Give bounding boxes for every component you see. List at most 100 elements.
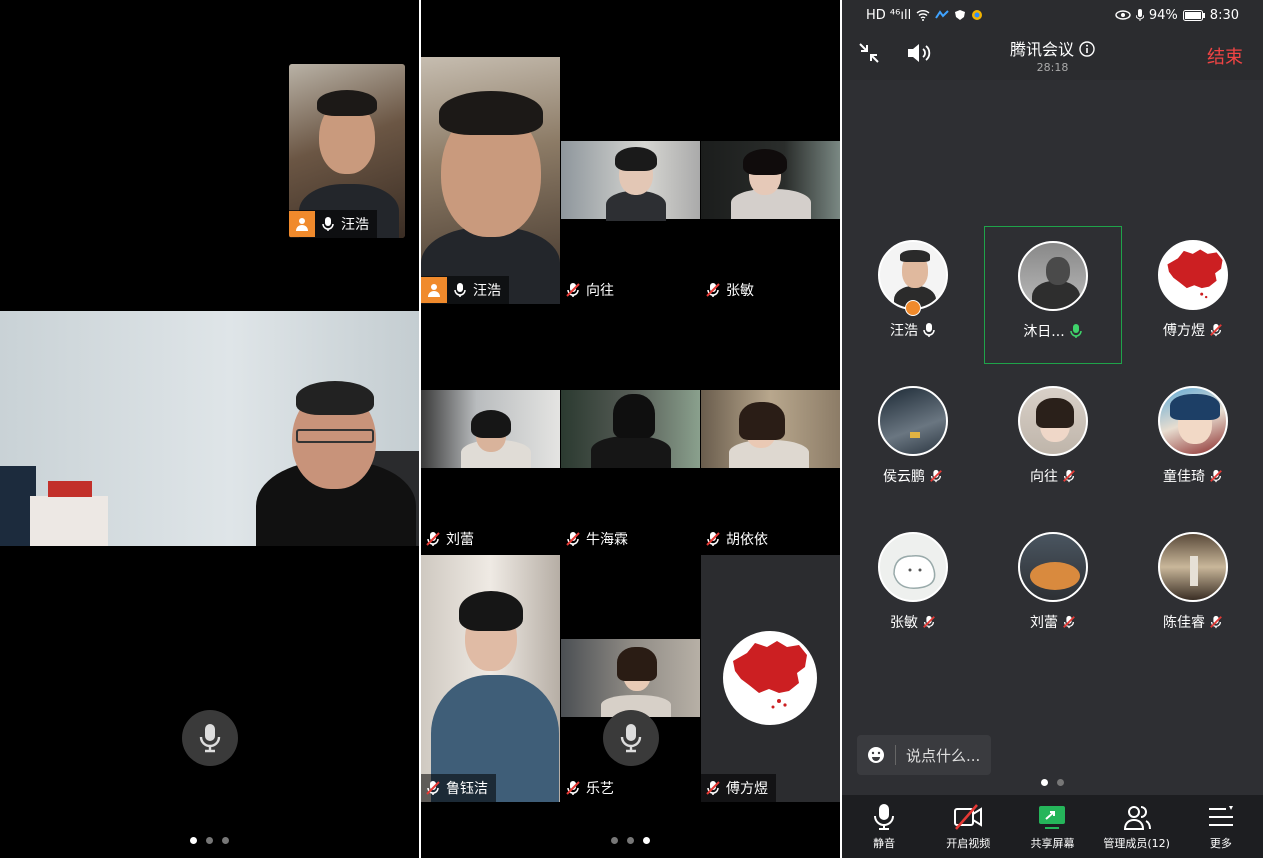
manage-members-button[interactable]: 管理成员(12) bbox=[1097, 795, 1177, 858]
host-badge-icon bbox=[289, 211, 315, 237]
member-name: 刘蕾 bbox=[1030, 615, 1058, 631]
host-name-tag: 汪浩 bbox=[289, 210, 377, 238]
participant-name: 傅方煜 bbox=[726, 781, 768, 797]
mic-icon bbox=[199, 724, 221, 753]
meeting-members-panel: HD ⁴⁶ıll 94% 8:30 腾讯会议 28:18 结束 汪浩 沐日...… bbox=[842, 0, 1263, 858]
host-badge-icon bbox=[421, 277, 447, 303]
participant-name: 向往 bbox=[586, 283, 614, 299]
chat-input[interactable]: 说点什么... bbox=[857, 735, 991, 775]
toolbar-label: 静音 bbox=[873, 836, 896, 850]
member-tile[interactable]: 童佳琦 bbox=[1124, 372, 1262, 510]
member-tile[interactable]: 汪浩 bbox=[844, 226, 982, 364]
member-name: 沐日... bbox=[1023, 324, 1065, 340]
member-name: 傅方煜 bbox=[1163, 323, 1205, 339]
page-dot[interactable] bbox=[1041, 779, 1048, 786]
mute-button[interactable]: 静音 bbox=[844, 795, 924, 858]
video-tile-host-thumbnail[interactable]: 汪浩 bbox=[289, 64, 405, 238]
page-indicator bbox=[190, 837, 229, 844]
participant-name: 牛海霖 bbox=[586, 532, 628, 548]
participant-name-tag: 张敏 bbox=[701, 276, 762, 304]
video-tile[interactable]: 傅方煜 bbox=[701, 555, 840, 802]
participant-name-tag: 向往 bbox=[561, 276, 622, 304]
more-icon bbox=[1208, 805, 1233, 826]
avatar bbox=[1018, 386, 1088, 456]
page-indicator bbox=[1041, 779, 1064, 786]
member-tile[interactable]: 陈佳睿 bbox=[1124, 518, 1262, 656]
emoji-icon[interactable] bbox=[867, 746, 885, 764]
participant-name: 刘蕾 bbox=[446, 532, 474, 548]
more-button[interactable]: 更多 bbox=[1181, 795, 1261, 858]
share-screen-button[interactable]: 共享屏幕 bbox=[1012, 795, 1092, 858]
end-meeting-button[interactable]: 结束 bbox=[1207, 43, 1243, 69]
member-name: 张敏 bbox=[890, 615, 918, 631]
video-tile[interactable]: 胡依依 bbox=[701, 390, 840, 553]
participant-name-tag: 鲁钰洁 bbox=[421, 774, 496, 802]
wifi-icon bbox=[916, 10, 930, 21]
battery-icon bbox=[1182, 9, 1205, 21]
mic-muted-icon bbox=[930, 469, 942, 483]
participant-name-tag: 胡依依 bbox=[701, 525, 776, 553]
doodle-avatar-icon bbox=[893, 555, 936, 589]
shield-icon bbox=[955, 10, 966, 20]
participant-name: 乐艺 bbox=[586, 781, 614, 797]
participant-name-tag: 乐艺 bbox=[561, 774, 622, 802]
member-tile[interactable]: 刘蕾 bbox=[984, 518, 1122, 656]
video-tile-main-speaker[interactable] bbox=[0, 311, 419, 546]
meeting-title[interactable]: 腾讯会议 bbox=[842, 36, 1263, 60]
page-dot[interactable] bbox=[206, 837, 213, 844]
participant-name-tag: 刘蕾 bbox=[421, 525, 482, 553]
mic-muted-icon bbox=[1063, 615, 1075, 629]
mic-muted-icon bbox=[1210, 615, 1222, 629]
participant-name: 汪浩 bbox=[341, 217, 369, 233]
page-dot[interactable] bbox=[611, 837, 618, 844]
meeting-header: 腾讯会议 28:18 结束 bbox=[842, 30, 1263, 80]
member-name: 童佳琦 bbox=[1163, 469, 1205, 485]
video-tile[interactable]: 向往 bbox=[561, 141, 700, 304]
member-name: 侯云鹏 bbox=[883, 469, 925, 485]
mute-toggle-button[interactable] bbox=[182, 710, 238, 766]
mic-muted-icon bbox=[923, 615, 935, 629]
members-icon bbox=[1123, 805, 1151, 830]
member-name: 陈佳睿 bbox=[1163, 615, 1205, 631]
status-bar: HD ⁴⁶ıll 94% 8:30 bbox=[842, 0, 1263, 30]
member-tile[interactable]: 侯云鹏 bbox=[844, 372, 982, 510]
avatar bbox=[723, 631, 817, 725]
info-icon[interactable] bbox=[1079, 41, 1095, 57]
toolbar-label: 共享屏幕 bbox=[1030, 836, 1075, 850]
page-dot[interactable] bbox=[643, 837, 650, 844]
video-tile[interactable]: 张敏 bbox=[701, 141, 840, 304]
member-tile[interactable]: 张敏 bbox=[844, 518, 982, 656]
video-tile[interactable]: 刘蕾 bbox=[421, 390, 560, 553]
avatar bbox=[1158, 386, 1228, 456]
mic-icon bbox=[620, 724, 642, 753]
page-dot[interactable] bbox=[190, 837, 197, 844]
mic-muted-icon bbox=[705, 282, 721, 298]
status-left: HD ⁴⁶ıll bbox=[866, 7, 912, 23]
mic-muted-icon bbox=[565, 780, 581, 796]
start-video-button[interactable]: 开启视频 bbox=[928, 795, 1008, 858]
page-indicator bbox=[611, 837, 650, 844]
mic-on-icon bbox=[320, 216, 336, 232]
member-tile[interactable]: 向往 bbox=[984, 372, 1122, 510]
avatar bbox=[1158, 532, 1228, 602]
app-notification-icon bbox=[935, 10, 949, 19]
meeting-title-text: 腾讯会议 bbox=[1009, 40, 1074, 59]
mic-muted-icon bbox=[705, 780, 721, 796]
page-dot[interactable] bbox=[627, 837, 634, 844]
video-tile[interactable]: 鲁钰洁 bbox=[421, 555, 560, 802]
mic-on-icon bbox=[923, 323, 935, 337]
participant-name-tag: 汪浩 bbox=[421, 276, 509, 304]
mic-status-icon bbox=[1135, 9, 1144, 21]
video-tile[interactable]: 牛海霖 bbox=[561, 390, 700, 553]
avatar bbox=[1018, 532, 1088, 602]
china-map-avatar-icon bbox=[733, 641, 807, 709]
page-dot[interactable] bbox=[222, 837, 229, 844]
page-dot[interactable] bbox=[1057, 779, 1064, 786]
mic-muted-icon bbox=[565, 282, 581, 298]
member-name: 汪浩 bbox=[890, 323, 918, 339]
toolbar-label: 开启视频 bbox=[946, 836, 991, 850]
video-tile[interactable]: 汪浩 bbox=[421, 57, 560, 304]
member-tile[interactable]: 傅方煜 bbox=[1124, 226, 1262, 364]
member-tile-active-speaker[interactable]: 沐日... bbox=[984, 226, 1122, 364]
mute-toggle-button[interactable] bbox=[603, 710, 659, 766]
